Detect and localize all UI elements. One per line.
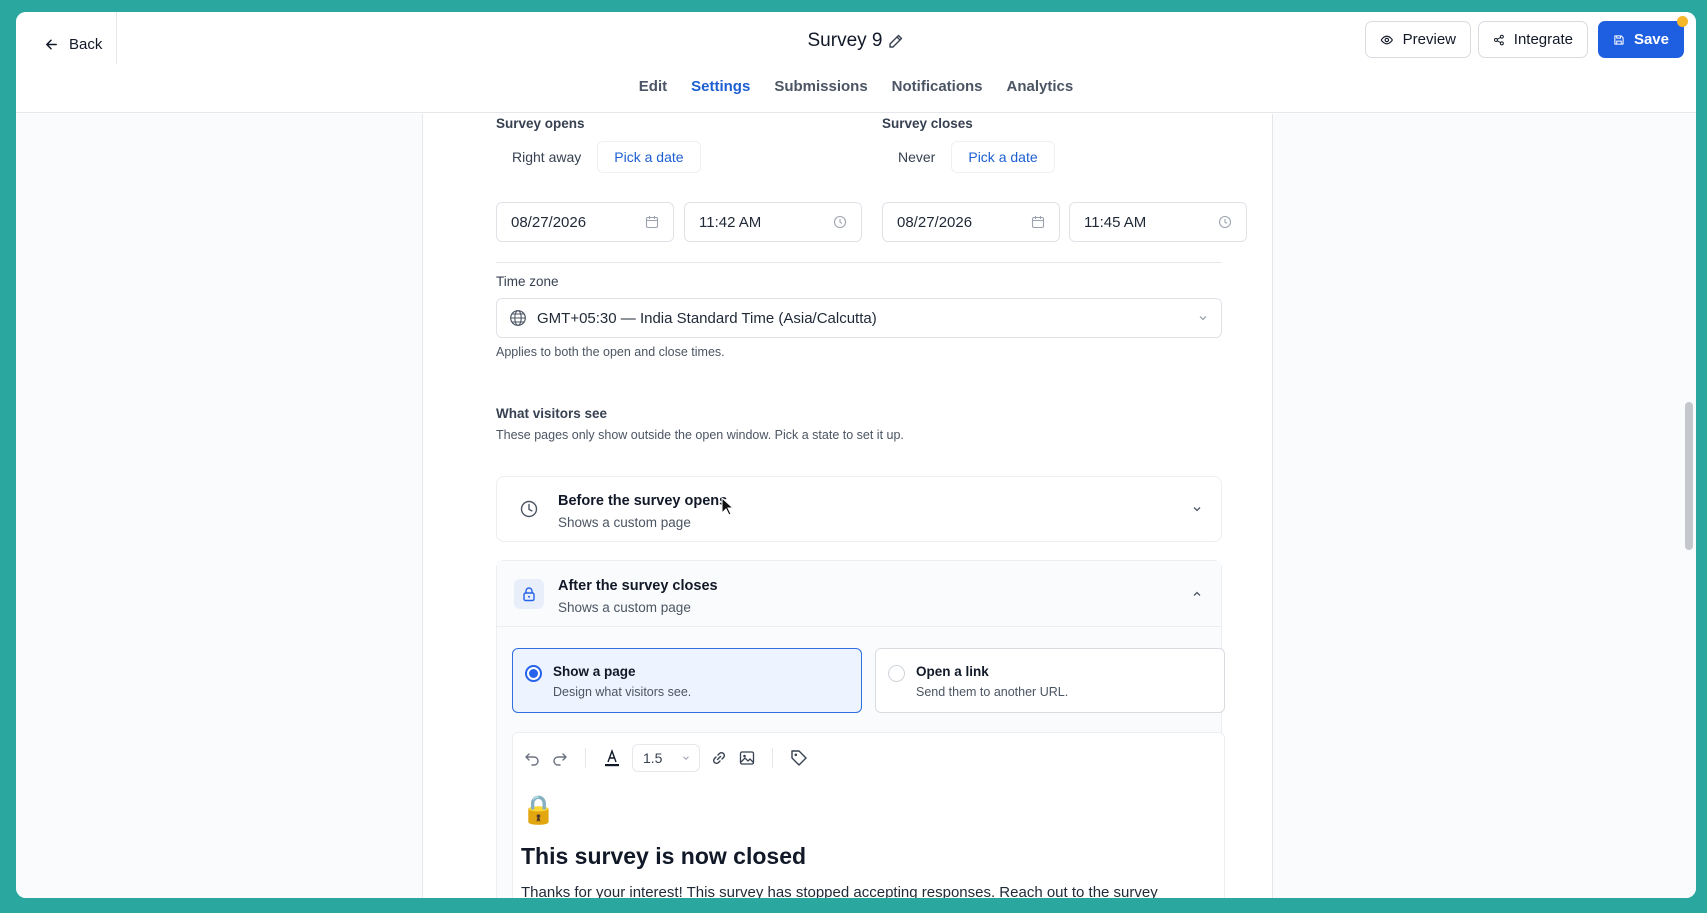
opens-time-value: 11:42 AM	[699, 213, 762, 231]
tab-analytics[interactable]: Analytics	[1007, 78, 1074, 95]
accordion-before-opens[interactable]: Before the survey opens Shows a custom p…	[496, 476, 1222, 542]
mouse-cursor-icon	[721, 497, 735, 516]
toolbar-divider	[772, 748, 773, 768]
accordion-after-header[interactable]: After the survey closes Shows a custom p…	[497, 561, 1221, 627]
open-link-subtitle: Send them to another URL.	[916, 685, 1069, 699]
show-page-radio[interactable]	[525, 665, 542, 682]
opens-date-value: 08/27/2026	[511, 213, 587, 231]
tab-notifications[interactable]: Notifications	[892, 78, 983, 95]
clock-icon[interactable]	[833, 215, 847, 229]
closed-page-heading[interactable]: This survey is now closed	[521, 843, 806, 870]
option-open-link[interactable]: Open a link Send them to another URL.	[875, 648, 1225, 713]
floppy-disk-icon	[1614, 34, 1624, 45]
share-icon	[1493, 34, 1504, 45]
chevron-up-icon	[1193, 591, 1201, 596]
toolbar-divider	[585, 748, 586, 768]
timezone-label: Time zone	[496, 274, 559, 289]
text-color-icon[interactable]	[602, 748, 622, 768]
chevron-down-icon	[1199, 316, 1207, 321]
accordion-after-title: After the survey closes	[558, 578, 718, 594]
accordion-before-subtitle: Shows a custom page	[558, 515, 691, 530]
timezone-select[interactable]: GMT+05:30 — India Standard Time (Asia/Ca…	[496, 298, 1222, 338]
integrate-button[interactable]: Integrate	[1478, 21, 1588, 58]
calendar-icon[interactable]	[645, 215, 659, 229]
survey-title-text: Survey 9	[807, 30, 883, 51]
calendar-icon[interactable]	[1031, 215, 1045, 229]
save-label: Save	[1633, 31, 1669, 48]
tab-settings[interactable]: Settings	[691, 78, 750, 95]
page-editor: 1.5 🔒 This survey is now closed Thanks f…	[512, 732, 1225, 898]
show-page-subtitle: Design what visitors see.	[553, 685, 692, 699]
image-icon[interactable]	[738, 749, 756, 767]
survey-opens-segmented: Right away Pick a date	[496, 140, 701, 174]
closed-page-paragraph[interactable]: Thanks for your interest! This survey ha…	[521, 884, 1158, 898]
survey-opens-label: Survey opens	[496, 116, 585, 131]
opens-time-input[interactable]: 11:42 AM	[684, 202, 862, 242]
accordion-after-subtitle: Shows a custom page	[558, 600, 691, 615]
save-button[interactable]: Save	[1598, 21, 1684, 58]
closes-option-never[interactable]: Never	[882, 142, 951, 172]
tag-icon[interactable]	[789, 748, 809, 768]
opens-date-input[interactable]: 08/27/2026	[496, 202, 674, 242]
closes-date-input[interactable]: 08/27/2026	[882, 202, 1060, 242]
pencil-icon[interactable]	[888, 33, 904, 49]
show-page-title: Show a page	[553, 664, 636, 679]
link-icon[interactable]	[710, 749, 728, 767]
closes-time-value: 11:45 AM	[1084, 213, 1147, 231]
section-divider	[496, 262, 1222, 263]
survey-closes-segmented: Never Pick a date	[882, 140, 1055, 174]
unsaved-indicator-dot	[1677, 16, 1688, 27]
eye-icon	[1380, 35, 1393, 44]
tab-submissions[interactable]: Submissions	[774, 78, 867, 95]
clock-icon	[514, 494, 544, 524]
opens-option-right-away[interactable]: Right away	[496, 142, 597, 172]
closes-date-value: 08/27/2026	[897, 213, 973, 231]
globe-icon	[510, 310, 526, 326]
settings-content: Survey opens Right away Pick a date 08/2…	[16, 114, 1696, 898]
chevron-down-icon	[1193, 507, 1201, 512]
open-link-radio[interactable]	[888, 665, 905, 682]
tab-bar: Edit Settings Submissions Notifications …	[16, 78, 1696, 95]
line-height-value: 1.5	[643, 750, 663, 766]
open-link-title: Open a link	[916, 664, 989, 679]
preview-button[interactable]: Preview	[1365, 21, 1471, 58]
integrate-label: Integrate	[1513, 31, 1573, 48]
visitors-help: These pages only show outside the open w…	[496, 428, 904, 442]
top-header: Back Survey 9 Edit Settings Submissions …	[16, 12, 1696, 113]
editor-toolbar: 1.5	[513, 733, 1224, 783]
page-scrollbar[interactable]	[1685, 402, 1693, 550]
closes-time-input[interactable]: 11:45 AM	[1069, 202, 1247, 242]
line-height-select[interactable]: 1.5	[632, 744, 700, 772]
settings-panel: Survey opens Right away Pick a date 08/2…	[422, 114, 1273, 898]
clock-icon[interactable]	[1218, 215, 1232, 229]
timezone-value: GMT+05:30 — India Standard Time (Asia/Ca…	[537, 309, 877, 327]
preview-label: Preview	[1402, 31, 1456, 48]
option-show-page[interactable]: Show a page Design what visitors see.	[512, 648, 862, 713]
timezone-help: Applies to both the open and close times…	[496, 345, 725, 359]
accordion-before-title: Before the survey opens	[558, 493, 728, 509]
chevron-down-icon	[683, 756, 689, 761]
visitors-label: What visitors see	[496, 406, 608, 421]
lock-emoji: 🔒	[521, 794, 556, 825]
survey-closes-label: Survey closes	[882, 116, 973, 131]
tab-edit[interactable]: Edit	[639, 78, 667, 95]
app-window: Back Survey 9 Edit Settings Submissions …	[16, 12, 1696, 898]
lock-icon	[514, 579, 544, 609]
opens-option-pick-date[interactable]: Pick a date	[597, 141, 701, 173]
closes-option-pick-date[interactable]: Pick a date	[951, 141, 1055, 173]
undo-icon[interactable]	[523, 749, 541, 767]
redo-icon[interactable]	[551, 749, 569, 767]
